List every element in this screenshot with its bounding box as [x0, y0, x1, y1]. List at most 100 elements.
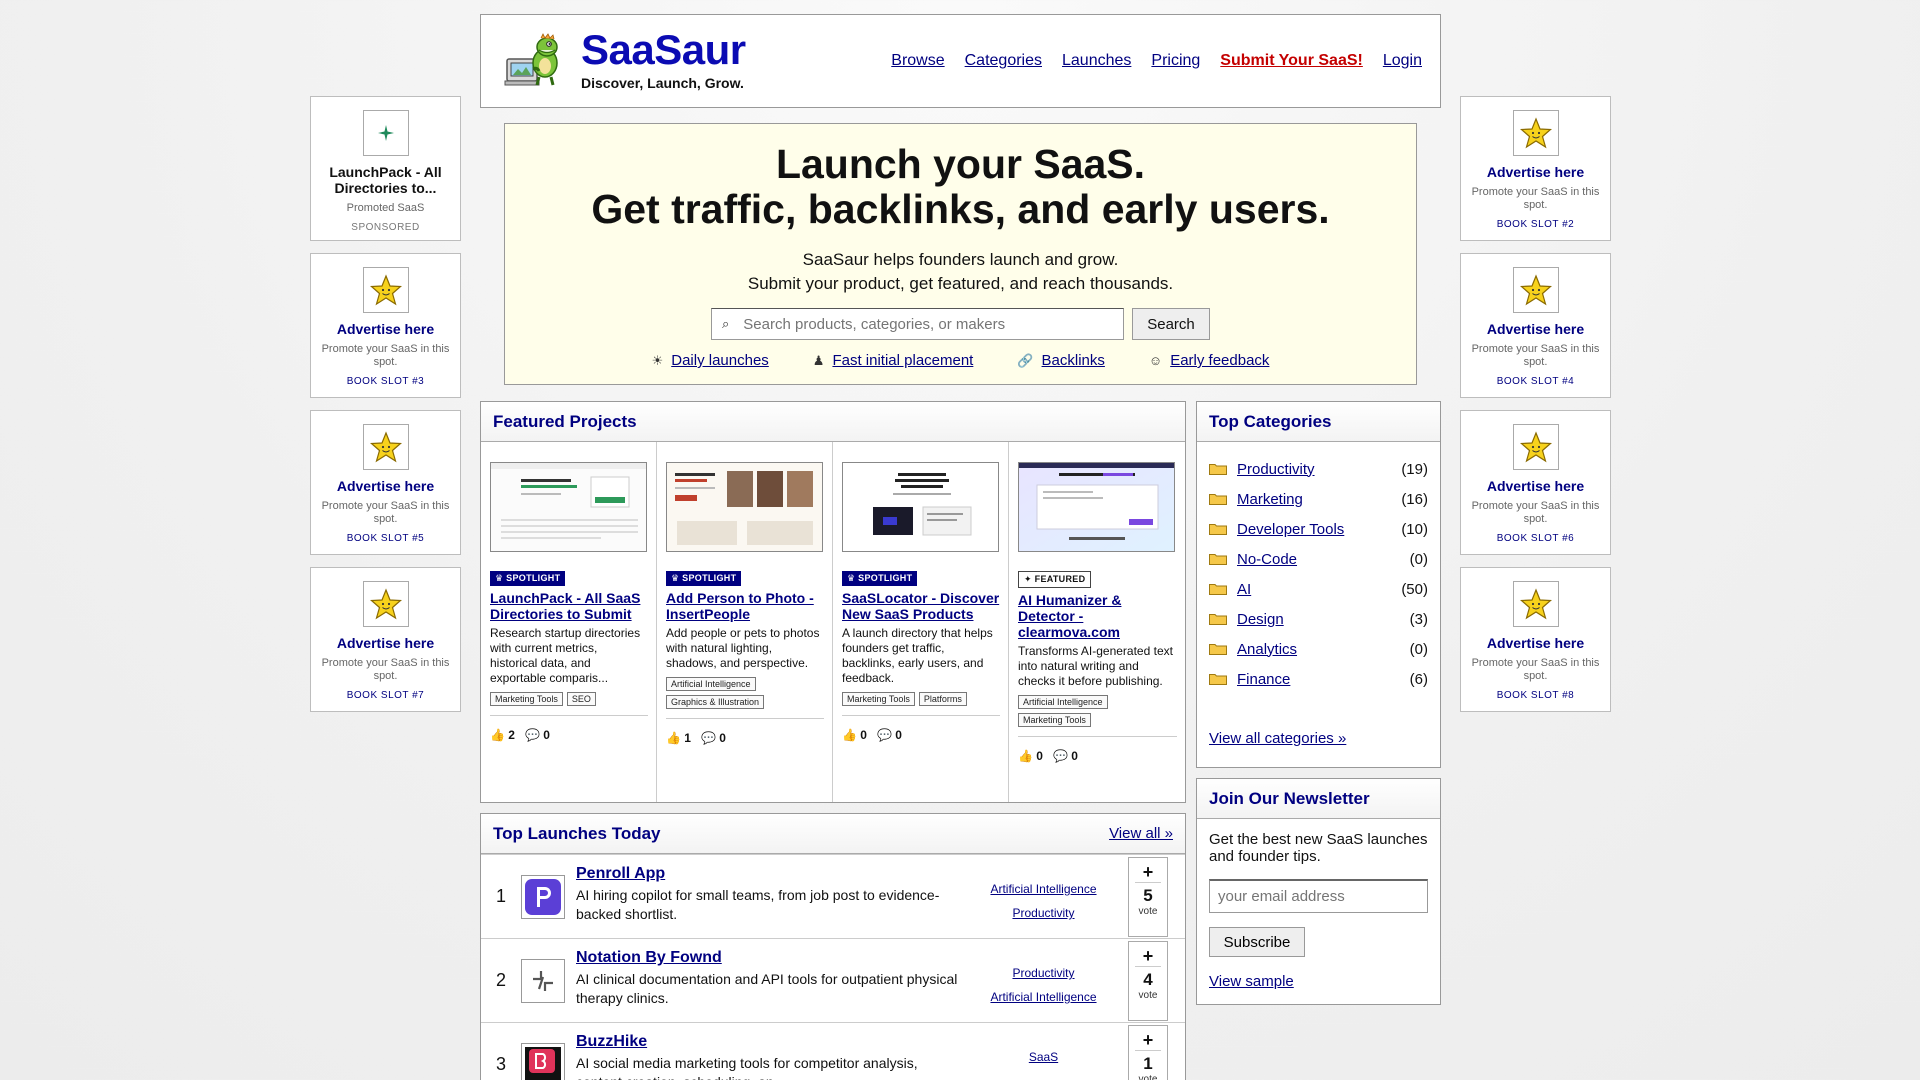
sponsored-ad[interactable]: LaunchPack - All Directories to... Promo…	[310, 96, 461, 241]
featured-card[interactable]: ♛ SPOTLIGHT LaunchPack - All SaaS Direct…	[481, 442, 657, 802]
search-button[interactable]: Search	[1132, 308, 1210, 340]
category-link[interactable]: SaaS	[965, 1045, 1122, 1069]
category-link[interactable]: Finance	[1237, 671, 1410, 688]
featured-card-title[interactable]: LaunchPack - All SaaS Directories to Sub…	[490, 590, 648, 622]
advertise-slot[interactable]: Advertise here Promote your SaaS in this…	[1460, 96, 1611, 241]
advertise-slot[interactable]: Advertise here Promote your SaaS in this…	[310, 410, 461, 555]
tag[interactable]: Marketing Tools	[842, 692, 915, 706]
folder-icon	[1209, 524, 1227, 535]
subscribe-button[interactable]: Subscribe	[1209, 927, 1305, 957]
category-link[interactable]: Design	[1237, 611, 1410, 628]
advertise-slot[interactable]: Advertise here Promote your SaaS in this…	[1460, 567, 1611, 712]
search-input[interactable]	[743, 315, 1104, 333]
category-link[interactable]: AI	[1237, 581, 1401, 598]
category-link[interactable]: Artificial Intelligence	[965, 985, 1122, 1009]
featured-card[interactable]: ♛ SPOTLIGHT SaaSLocator - Discover New S…	[833, 442, 1009, 802]
book-slot-link[interactable]: BOOK SLOT #2	[1461, 219, 1610, 230]
vote-button[interactable]: + 4 vote	[1128, 941, 1168, 1021]
category-link[interactable]: Productivity	[965, 901, 1122, 925]
daily-launches-link[interactable]: Daily launches	[671, 352, 769, 369]
upvote-stat[interactable]: 👍 1	[666, 731, 691, 745]
nav-browse[interactable]: Browse	[891, 52, 944, 70]
category-link[interactable]: Productivity	[1237, 461, 1401, 478]
featured-thumbnail[interactable]	[490, 462, 647, 552]
divider	[666, 718, 824, 719]
tag[interactable]: SEO	[566, 692, 596, 706]
launch-row[interactable]: 3 BuzzHike AI social media marketing too…	[481, 1022, 1185, 1080]
upvote-stat[interactable]: 👍 0	[1018, 749, 1043, 763]
featured-card[interactable]: ✦ FEATURED AI Humanizer & Detector - cle…	[1009, 442, 1185, 802]
vote-button[interactable]: + 5 vote	[1128, 857, 1168, 937]
tag[interactable]: Artificial Intelligence	[1018, 695, 1108, 709]
featured-card-title[interactable]: Add Person to Photo - InsertPeople	[666, 590, 824, 622]
brand-name[interactable]: SaaSaur	[581, 27, 746, 73]
book-slot-link[interactable]: BOOK SLOT #7	[311, 690, 460, 701]
tag[interactable]: Artificial Intelligence	[666, 677, 756, 691]
advertise-slot[interactable]: Advertise here Promote your SaaS in this…	[310, 567, 461, 712]
advertise-slot[interactable]: Advertise here Promote your SaaS in this…	[1460, 410, 1611, 555]
featured-card-title[interactable]: AI Humanizer & Detector - clearmova.com	[1018, 592, 1177, 640]
tag[interactable]: Marketing Tools	[1018, 713, 1091, 727]
comment-count: 0	[1071, 749, 1078, 763]
book-slot-link[interactable]: BOOK SLOT #6	[1461, 533, 1610, 544]
divider	[1018, 736, 1177, 737]
comment-icon: 💬	[700, 731, 716, 745]
card-stats: 👍 0 💬 0	[1018, 749, 1177, 763]
penroll-logo-icon[interactable]	[521, 875, 565, 919]
advertise-slot[interactable]: Advertise here Promote your SaaS in this…	[1460, 253, 1611, 398]
nav-submit-saas[interactable]: Submit Your SaaS!	[1220, 52, 1363, 70]
view-sample-link[interactable]: View sample	[1209, 973, 1294, 990]
newsletter-desc: Get the best new SaaS launches and found…	[1209, 831, 1428, 865]
launch-name[interactable]: Penroll App	[576, 865, 665, 882]
book-slot-link[interactable]: BOOK SLOT #4	[1461, 376, 1610, 387]
launches-title: Top Launches Today	[493, 823, 661, 843]
featured-thumbnail[interactable]	[842, 462, 999, 552]
featured-card-title[interactable]: SaaSLocator - Discover New SaaS Products	[842, 590, 1000, 622]
email-input[interactable]	[1209, 879, 1428, 913]
vote-button[interactable]: + 1 vote	[1128, 1025, 1168, 1080]
category-link[interactable]: Developer Tools	[1237, 521, 1401, 538]
launch-row[interactable]: 1 Penroll App AI hiring copilot for smal…	[481, 854, 1185, 938]
upvote-stat[interactable]: 👍 2	[490, 728, 515, 742]
fownd-logo-icon[interactable]	[521, 959, 565, 1003]
brand-tagline: Discover, Launch, Grow.	[581, 75, 744, 91]
comment-stat[interactable]: 💬 0	[701, 731, 726, 745]
early-feedback-link[interactable]: Early feedback	[1170, 352, 1269, 369]
book-slot-link[interactable]: BOOK SLOT #3	[311, 376, 460, 387]
category-link[interactable]: Analytics	[1237, 641, 1410, 658]
launch-name[interactable]: Notation By Fownd	[576, 949, 722, 966]
nav-pricing[interactable]: Pricing	[1151, 52, 1200, 70]
view-all-launches-link[interactable]: View all »	[1109, 825, 1173, 842]
view-all-categories-link[interactable]: View all categories »	[1209, 730, 1346, 747]
nav-login[interactable]: Login	[1383, 52, 1422, 70]
dinosaur-logo-icon[interactable]	[503, 33, 563, 89]
tag[interactable]: Graphics & Illustration	[666, 695, 765, 709]
upvote-stat[interactable]: 👍 0	[842, 728, 867, 742]
comment-stat[interactable]: 💬 0	[525, 728, 550, 742]
advertise-slot[interactable]: Advertise here Promote your SaaS in this…	[310, 253, 461, 398]
nav-categories[interactable]: Categories	[965, 52, 1042, 70]
thumbs-up-icon: 👍	[666, 731, 681, 745]
category-link[interactable]: Productivity	[965, 961, 1122, 985]
comment-icon: 💬	[1052, 749, 1068, 763]
book-slot-link[interactable]: BOOK SLOT #8	[1461, 690, 1610, 701]
comment-stat[interactable]: 💬 0	[877, 728, 902, 742]
tag[interactable]: Platforms	[918, 692, 967, 706]
tag[interactable]: Marketing Tools	[490, 692, 563, 706]
comment-count: 0	[543, 728, 550, 742]
featured-card[interactable]: ♛ SPOTLIGHT Add Person to Photo - Insert…	[657, 442, 833, 802]
nav-launches[interactable]: Launches	[1062, 52, 1131, 70]
buzzhike-logo-icon[interactable]	[521, 1043, 565, 1080]
category-link[interactable]: No-Code	[1237, 551, 1410, 568]
category-link[interactable]: Marketing	[1237, 491, 1401, 508]
book-slot-link[interactable]: BOOK SLOT #5	[311, 533, 460, 544]
comment-stat[interactable]: 💬 0	[1053, 749, 1078, 763]
backlinks-link[interactable]: Backlinks	[1042, 352, 1105, 369]
featured-thumbnail[interactable]	[1018, 462, 1175, 552]
comment-count: 0	[719, 731, 726, 745]
featured-thumbnail[interactable]	[666, 462, 823, 552]
category-link[interactable]: Artificial Intelligence	[965, 877, 1122, 901]
launch-name[interactable]: BuzzHike	[576, 1033, 647, 1050]
launch-row[interactable]: 2 Notation By Fownd AI clinical document…	[481, 938, 1185, 1022]
fast-placement-link[interactable]: Fast initial placement	[832, 352, 973, 369]
